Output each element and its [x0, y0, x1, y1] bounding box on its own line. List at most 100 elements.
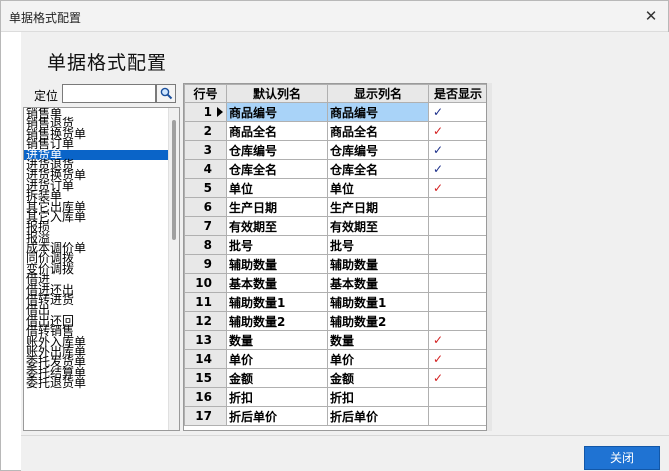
scrollbar-thumb[interactable]: [172, 120, 176, 240]
display-name-cell[interactable]: 单价: [327, 349, 429, 369]
is-shown-cell[interactable]: [428, 387, 486, 407]
table-row[interactable]: 9 辅助数量 辅助数量: [184, 254, 486, 274]
table-row[interactable]: 5 单位 单位 ✓: [184, 178, 486, 198]
bill-format-config-dialog: 单据格式配置 ✕ 单据格式配置 定位 销售单 销售退货 销售换货单 销售订单 进货单 进货…: [0, 0, 669, 471]
table-row[interactable]: 17 折后单价 折后单价: [184, 406, 486, 426]
table-row[interactable]: 8 批号 批号: [184, 235, 486, 255]
table-row[interactable]: 15 金额 金额 ✓: [184, 368, 486, 388]
display-name-cell[interactable]: 金额: [327, 368, 429, 388]
checkmark-icon: ✓: [433, 162, 444, 176]
row-number-cell[interactable]: 13: [184, 330, 227, 350]
row-number-cell[interactable]: 15: [184, 368, 227, 388]
row-number: 9: [203, 257, 212, 271]
row-number-cell[interactable]: 6: [184, 197, 227, 217]
display-name-cell[interactable]: 折扣: [327, 387, 429, 407]
table-row[interactable]: 7 有效期至 有效期至: [184, 216, 486, 236]
table-row[interactable]: 11 辅助数量1 辅助数量1: [184, 292, 486, 312]
row-number-cell[interactable]: 1: [184, 102, 227, 122]
locate-input[interactable]: [62, 84, 156, 103]
is-shown-cell[interactable]: ✓: [428, 102, 486, 122]
default-name-cell: 折扣: [226, 387, 328, 407]
row-number: 4: [203, 162, 212, 176]
row-number-cell[interactable]: 7: [184, 216, 227, 236]
display-name-cell[interactable]: 批号: [327, 235, 429, 255]
display-name-cell[interactable]: 辅助数量: [327, 254, 429, 274]
close-icon[interactable]: ✕: [640, 5, 662, 27]
row-number-cell[interactable]: 12: [184, 311, 227, 331]
default-name-cell: 商品编号: [226, 102, 328, 122]
is-shown-cell[interactable]: ✓: [428, 178, 486, 198]
row-number-cell[interactable]: 16: [184, 387, 227, 407]
table-row[interactable]: 12 辅助数量2 辅助数量2: [184, 311, 486, 331]
table-row[interactable]: 2 商品全名 商品全名 ✓: [184, 121, 486, 141]
table-row[interactable]: 16 折扣 折扣: [184, 387, 486, 407]
checkmark-icon: ✓: [433, 333, 444, 347]
display-name-cell[interactable]: 商品编号: [327, 102, 429, 122]
is-shown-cell[interactable]: ✓: [428, 330, 486, 350]
row-number-cell[interactable]: 3: [184, 140, 227, 160]
locate-label: 定位: [34, 89, 59, 103]
list-item[interactable]: 委托退货单: [24, 377, 169, 389]
table-row[interactable]: 13 数量 数量 ✓: [184, 330, 486, 350]
display-name-cell[interactable]: 商品全名: [327, 121, 429, 141]
display-name-cell[interactable]: 单位: [327, 178, 429, 198]
table-row[interactable]: 10 基本数量 基本数量: [184, 273, 486, 293]
row-number-cell[interactable]: 14: [184, 349, 227, 369]
row-number-cell[interactable]: 5: [184, 178, 227, 198]
table-row[interactable]: 1 商品编号 商品编号 ✓: [184, 102, 486, 122]
row-number-cell[interactable]: 9: [184, 254, 227, 274]
row-number-cell[interactable]: 2: [184, 121, 227, 141]
display-name-cell[interactable]: 数量: [327, 330, 429, 350]
row-number: 1: [203, 105, 212, 119]
default-name-cell: 单价: [226, 349, 328, 369]
is-shown-cell[interactable]: ✓: [428, 368, 486, 388]
row-number-cell[interactable]: 11: [184, 292, 227, 312]
is-shown-cell[interactable]: [428, 292, 486, 312]
grid-scrollbar[interactable]: [487, 83, 492, 431]
header-is-shown[interactable]: 是否显示: [428, 84, 486, 103]
display-name-cell[interactable]: 仓库全名: [327, 159, 429, 179]
row-number: 2: [203, 124, 212, 138]
checkmark-icon: ✓: [433, 105, 444, 119]
table-row[interactable]: 6 生产日期 生产日期: [184, 197, 486, 217]
is-shown-cell[interactable]: [428, 273, 486, 293]
is-shown-cell[interactable]: [428, 216, 486, 236]
header-default-name[interactable]: 默认列名: [226, 84, 328, 103]
is-shown-cell[interactable]: [428, 406, 486, 426]
column-config-grid: 行号 默认列名 显示列名 是否显示 1 商品编号 商品编号 ✓ 2 商品全名 商品全名 ✓ 3 仓…: [183, 83, 487, 431]
close-button[interactable]: 关闭: [584, 446, 660, 470]
table-row[interactable]: 3 仓库编号 仓库编号 ✓: [184, 140, 486, 160]
is-shown-cell[interactable]: ✓: [428, 140, 486, 160]
is-shown-cell[interactable]: ✓: [428, 159, 486, 179]
row-number: 6: [203, 200, 212, 214]
bill-type-list[interactable]: 销售单 销售退货 销售换货单 销售订单 进货单 进货退货 进货换货单 进货订单 拆装单 其它出库单…: [23, 107, 180, 431]
is-shown-cell[interactable]: [428, 197, 486, 217]
is-shown-cell[interactable]: [428, 254, 486, 274]
row-number: 7: [203, 219, 212, 233]
bill-list-scrollbar[interactable]: [168, 108, 179, 430]
row-number-cell[interactable]: 10: [184, 273, 227, 293]
is-shown-cell[interactable]: ✓: [428, 121, 486, 141]
row-number-cell[interactable]: 17: [184, 406, 227, 426]
display-name-cell[interactable]: 仓库编号: [327, 140, 429, 160]
row-number: 13: [195, 333, 212, 347]
default-name-cell: 单位: [226, 178, 328, 198]
display-name-cell[interactable]: 辅助数量2: [327, 311, 429, 331]
display-name-cell[interactable]: 折后单价: [327, 406, 429, 426]
display-name-cell[interactable]: 有效期至: [327, 216, 429, 236]
is-shown-cell[interactable]: [428, 235, 486, 255]
display-name-cell[interactable]: 生产日期: [327, 197, 429, 217]
table-row[interactable]: 14 单价 单价 ✓: [184, 349, 486, 369]
is-shown-cell[interactable]: ✓: [428, 349, 486, 369]
row-number-cell[interactable]: 4: [184, 159, 227, 179]
row-number-cell[interactable]: 8: [184, 235, 227, 255]
display-name-cell[interactable]: 辅助数量1: [327, 292, 429, 312]
header-row-number[interactable]: 行号: [184, 84, 227, 103]
table-row[interactable]: 4 仓库全名 仓库全名 ✓: [184, 159, 486, 179]
is-shown-cell[interactable]: [428, 311, 486, 331]
locate-search-button[interactable]: [156, 84, 176, 103]
display-name-cell[interactable]: 基本数量: [327, 273, 429, 293]
bill-type-list-items: 销售单 销售退货 销售换货单 销售订单 进货单 进货退货 进货换货单 进货订单 拆装单 其它出库单…: [24, 108, 169, 389]
header-display-name[interactable]: 显示列名: [327, 84, 429, 103]
default-name-cell: 辅助数量: [226, 254, 328, 274]
